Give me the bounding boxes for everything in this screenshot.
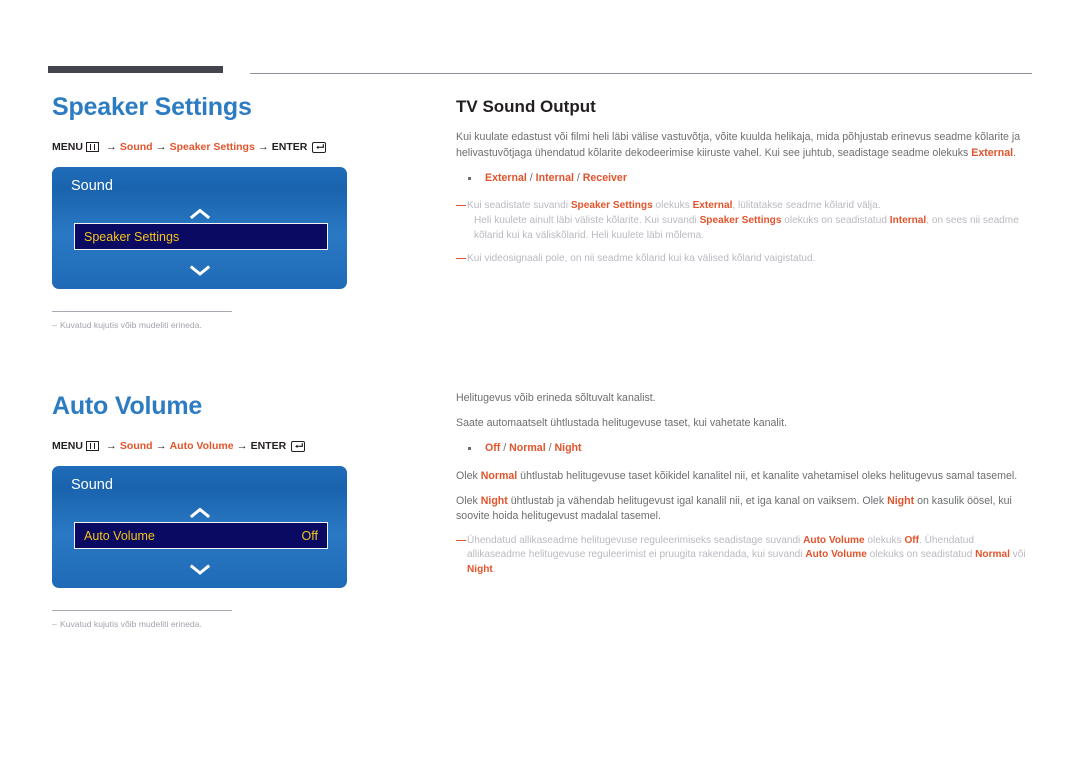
note-dash: — — [456, 534, 466, 546]
osd-title: Sound — [71, 178, 113, 194]
block-tv-sound-output: TV Sound Output Kui kuulate edastust või… — [456, 96, 1032, 267]
osd-row-auto-volume[interactable]: Auto Volume Off — [74, 522, 328, 549]
intro-part2: . — [1013, 146, 1017, 159]
path-arrow-2: → — [155, 141, 167, 153]
path-step-auto-volume: Auto Volume — [169, 440, 234, 452]
topic-title-tv-sound-output: TV Sound Output — [456, 97, 596, 116]
footnote-text: Kuvatud kujutis võib mudeliti erineda. — [60, 619, 202, 629]
note-line: Ühendatud allikaseadme helitugevuse regu… — [467, 534, 1026, 576]
osd-row-value: Off — [301, 528, 318, 543]
path-arrow-3: → — [257, 141, 269, 153]
auto-volume-para-1: Helitugevus võib erineda sõltuvalt kanal… — [456, 392, 656, 404]
manual-page: Speaker Settings MENU → Sound → Speaker … — [0, 0, 1080, 763]
note-speaker-settings-external: — Kui seadistate suvandi Speaker Setting… — [456, 199, 1032, 243]
menu-path-auto-volume: MENU → Sound → Auto Volume → ENTER — [52, 439, 432, 453]
right-column: TV Sound Output Kui kuulate edastust või… — [456, 96, 1032, 575]
note-line-indented: Heli kuulete ainult läbi väliste kõlarit… — [474, 214, 1019, 241]
intro-highlight: External — [971, 146, 1014, 159]
option-night: Night — [554, 442, 582, 454]
list-item: External / Internal / Receiver — [466, 171, 1032, 186]
note-line: Kui videosignaali pole, on nii seadme kõ… — [467, 253, 816, 265]
chevron-down-icon[interactable] — [52, 264, 347, 278]
section-auto-volume: Auto Volume MENU → Sound → Auto Volume →… — [52, 391, 432, 630]
footnote-dash: – — [52, 320, 57, 330]
note-body: Kui videosignaali pole, on nii seadme kõ… — [467, 252, 1032, 267]
note-no-video-signal: — Kui videosignaali pole, on nii seadme … — [456, 252, 1032, 267]
option-external: External — [485, 172, 527, 184]
auto-volume-para-2: Saate automaatselt ühtlustada helitugevu… — [456, 416, 787, 429]
block-auto-volume: Helitugevus võib erineda sõltuvalt kanal… — [456, 391, 1032, 578]
tv-sound-output-options: External / Internal / Receiver — [456, 171, 1032, 186]
note-auto-volume-source-device: — Ühendatud allikaseadme helitugevuse re… — [456, 534, 1032, 578]
chevron-up-icon[interactable] — [52, 207, 347, 221]
option-normal: Normal — [509, 442, 546, 454]
path-arrow-3: → — [236, 440, 248, 452]
header-rule-thin — [250, 73, 1032, 74]
intro-part1: Kui kuulate edastust või filmi heli läbi… — [456, 131, 1021, 159]
enter-key-icon — [291, 440, 306, 452]
auto-volume-para-3: Olek Normal ühtlustab helitugevuse taset… — [456, 470, 1018, 482]
menu-grid-icon — [85, 142, 99, 152]
path-arrow-1: → — [105, 141, 117, 153]
enter-key-icon — [312, 141, 327, 153]
footnote-rule — [52, 311, 232, 312]
enter-label: ENTER — [271, 141, 308, 153]
tv-sound-output-intro: Kui kuulate edastust või filmi heli läbi… — [456, 130, 1032, 161]
path-arrow-1: → — [105, 440, 117, 452]
footnote-speaker-settings: – Kuvatud kujutis võib mudeliti erineda. — [52, 319, 432, 331]
footnote-auto-volume: – Kuvatud kujutis võib mudeliti erineda. — [52, 618, 432, 630]
option-internal: Internal — [535, 172, 574, 184]
path-step-speaker-settings: Speaker Settings — [169, 141, 255, 153]
header-rule-thick — [48, 66, 223, 73]
footnote-rule — [52, 610, 232, 611]
menu-label: MENU — [52, 440, 83, 452]
menu-label: MENU — [52, 141, 83, 153]
auto-volume-options: Off / Normal / Night — [456, 441, 1032, 456]
option-receiver: Receiver — [582, 172, 627, 184]
chevron-up-icon[interactable] — [52, 506, 347, 520]
osd-title: Sound — [71, 477, 113, 493]
list-item: Off / Normal / Night — [466, 441, 1032, 456]
note-body: Ühendatud allikaseadme helitugevuse regu… — [467, 534, 1032, 578]
osd-panel-speaker-settings: Sound Speaker Settings — [52, 167, 347, 289]
header-rule — [48, 66, 1032, 76]
option-sep: / — [573, 172, 583, 184]
page-title-speaker-settings: Speaker Settings — [52, 93, 252, 121]
footnote-dash: – — [52, 619, 57, 629]
menu-path-speaker-settings: MENU → Sound → Speaker Settings → ENTER — [52, 140, 432, 154]
osd-row-label: Speaker Settings — [84, 229, 180, 244]
footnote-text: Kuvatud kujutis võib mudeliti erineda. — [60, 320, 202, 330]
section-speaker-settings: Speaker Settings MENU → Sound → Speaker … — [52, 92, 432, 331]
chevron-down-icon[interactable] — [52, 563, 347, 577]
option-sep: / — [526, 172, 536, 184]
osd-panel-auto-volume: Sound Auto Volume Off — [52, 466, 347, 588]
note-dash: — — [456, 253, 466, 265]
left-column: Speaker Settings MENU → Sound → Speaker … — [52, 92, 432, 630]
path-arrow-2: → — [155, 440, 167, 452]
osd-row-speaker-settings[interactable]: Speaker Settings — [74, 223, 328, 250]
auto-volume-para-4: Olek Night ühtlustab ja vähendab helitug… — [456, 494, 1012, 523]
note-body: Kui seadistate suvandi Speaker Settings … — [467, 199, 1032, 243]
page-title-auto-volume: Auto Volume — [52, 392, 203, 420]
osd-row-label: Auto Volume — [84, 528, 155, 543]
menu-grid-icon — [85, 441, 99, 451]
option-off: Off — [485, 442, 501, 454]
path-step-sound: Sound — [119, 440, 153, 452]
path-step-sound: Sound — [119, 141, 153, 153]
note-line: Kui seadistate suvandi Speaker Settings … — [467, 200, 881, 211]
enter-label: ENTER — [250, 440, 287, 452]
option-sep: / — [500, 442, 510, 454]
note-dash: — — [456, 200, 466, 211]
